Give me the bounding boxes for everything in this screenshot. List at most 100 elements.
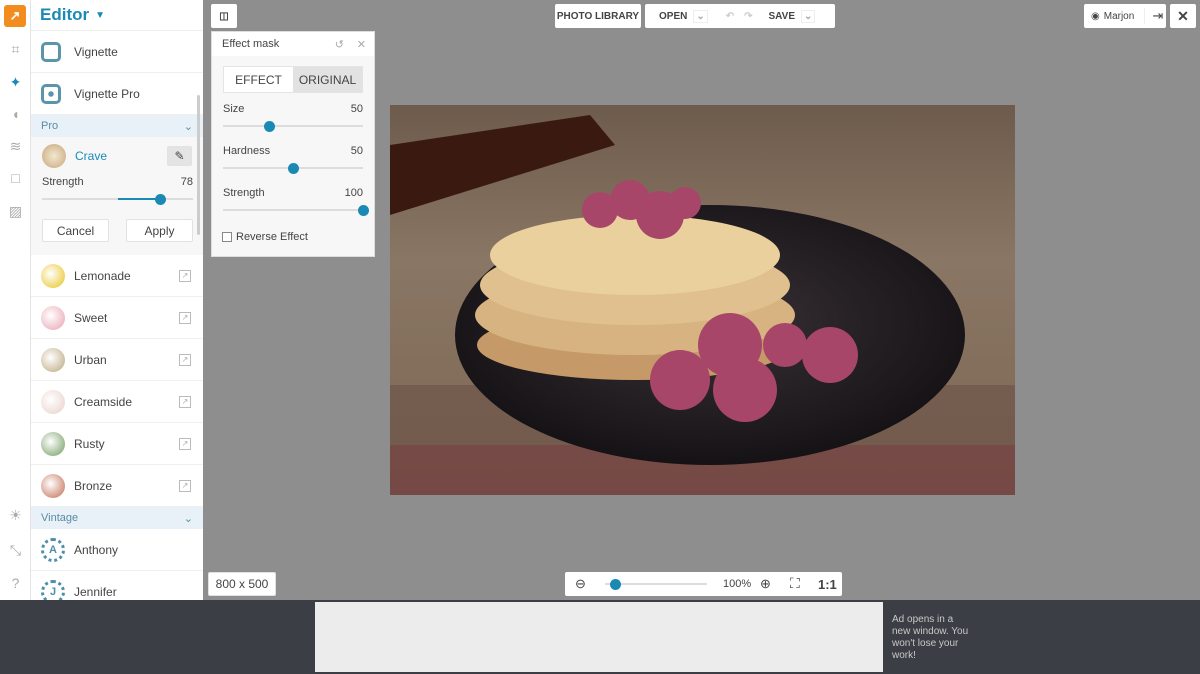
dialog-title: Effect mask [222,38,280,50]
list-item-vintage[interactable]: A Anthony [31,529,203,571]
item-label: Rusty [74,436,105,451]
collapse-icon[interactable]: ⤡ [6,541,25,560]
item-label: Creamside [74,394,133,409]
filter-thumbnail [41,389,65,414]
item-label: Urban [74,352,107,367]
lightbulb-icon[interactable]: ☀ [6,506,25,525]
effect-mask-dialog: Effect mask ↺ ✕ EFFECT ORIGINAL Size 50 Ha… [211,31,375,257]
mask-slider[interactable] [223,163,363,174]
save-dropdown[interactable]: ⌄ [801,9,816,23]
list-item-filter[interactable]: Bronze ↗ [31,465,203,507]
tool-rail: ↗ ⌗ ✦ ◖ ≋ □ ▨ ☀ ⤡ ? [0,0,31,600]
reset-icon[interactable]: ↺ [335,38,344,51]
layers-icon[interactable]: ≋ [6,137,25,156]
close-button[interactable]: ✕ [1170,4,1196,28]
save-button[interactable]: SAVE [769,11,796,22]
chevron-down-icon: ▼ [95,9,106,21]
filter-thumbnail [41,263,65,288]
list-item-vignette-pro[interactable]: Vignette Pro [31,73,203,115]
zoom-toolbar: ⊖ 100% ⊕ ⛶ 1:1 [565,572,842,596]
strength-label: Strength [42,176,84,188]
list-item-filter[interactable]: Lemonade ↗ [31,255,203,297]
zoom-in-icon[interactable]: ⊕ [760,576,771,592]
compare-button[interactable]: ◫ [211,4,237,28]
actual-size-button[interactable]: 1:1 [818,577,837,592]
mask-slider[interactable] [223,121,363,132]
pancake-photo [390,115,1015,495]
item-label: Lemonade [74,268,131,283]
open-dropdown[interactable]: ⌄ [693,9,708,23]
zoom-percent: 100% [723,578,752,590]
photo-canvas[interactable] [390,105,1015,495]
item-label: Bronze [74,478,113,493]
strength-value: 78 [180,176,193,188]
section-vintage[interactable]: Vintage ⌄ [31,507,203,529]
zoom-slider[interactable] [605,579,707,590]
filter-thumbnail [41,431,65,456]
slider-value: 50 [350,145,363,157]
panel-scrollbar[interactable] [197,95,200,235]
apply-button[interactable]: Apply [126,219,193,242]
hair-icon[interactable]: ◖ [6,104,25,123]
brush-mask-button[interactable]: ✎ [167,146,192,166]
cancel-button[interactable]: Cancel [42,219,109,242]
magic-wand-icon[interactable]: ✦ [6,73,25,92]
slider-label: Size [223,103,245,115]
file-toolbar: OPEN ⌄ ↶ ↷ SAVE ⌄ [645,4,835,28]
frame-icon[interactable]: □ [6,168,25,187]
undo-icon[interactable]: ↶ [726,11,734,22]
list-item-vintage[interactable]: J Jennifer [31,571,203,600]
ad-slot[interactable] [315,602,883,672]
edit-icon[interactable]: ↗ [179,479,191,492]
list-item-filter[interactable]: Urban ↗ [31,339,203,381]
editor-title: Editor [40,5,90,24]
list-item-vignette[interactable]: Vignette [31,31,203,73]
zoom-out-icon[interactable]: ⊖ [575,576,586,592]
edit-icon[interactable]: ↗ [179,269,191,282]
help-icon[interactable]: ? [6,573,25,592]
item-label: Jennifer [74,584,117,599]
edit-icon[interactable]: ↗ [179,395,191,408]
item-label: Anthony [74,542,119,557]
slider-value: 50 [350,103,363,115]
compare-icon: ◫ [219,10,229,22]
user-menu[interactable]: ◉ Marjon ⇥ [1084,4,1166,28]
tab-original[interactable]: ORIGINAL [293,67,362,92]
list-item-filter[interactable]: Creamside ↗ [31,381,203,423]
vignette-icon [41,41,61,62]
item-label: Vignette [74,44,118,59]
edit-icon[interactable]: ↗ [179,353,191,366]
chevron-down-icon: ⌄ [183,120,193,133]
logout-icon[interactable]: ⇥ [1144,8,1163,24]
ad-bar: Ad opens in a new window. You won't lose… [0,600,1200,674]
close-icon[interactable]: ✕ [357,38,366,51]
tab-effect[interactable]: EFFECT [224,67,293,92]
filter-thumbnail [41,473,65,498]
list-item-filter[interactable]: Sweet ↗ [31,297,203,339]
photo-library-button[interactable]: PHOTO LIBRARY [555,4,641,28]
user-icon: ◉ [1091,10,1100,22]
list-item-filter[interactable]: Rusty ↗ [31,423,203,465]
strength-slider[interactable] [42,194,193,205]
texture-icon[interactable]: ▨ [6,202,25,221]
crave-label: Crave [75,149,108,163]
open-button[interactable]: OPEN [659,11,687,22]
edit-icon[interactable]: ↗ [179,311,191,324]
redo-icon[interactable]: ↷ [744,11,752,22]
checkbox[interactable] [222,232,232,242]
image-size-label: 800 x 500 [208,572,276,596]
vintage-badge-icon: J [41,579,65,600]
section-pro[interactable]: Pro ⌄ [31,115,203,137]
edit-icon[interactable]: ↗ [179,437,191,450]
mask-slider-group: Strength 100 [223,187,369,216]
reverse-effect-checkbox[interactable]: Reverse Effect [212,229,374,245]
slider-label: Hardness [223,145,271,157]
mask-slider[interactable] [223,205,369,216]
filter-thumbnail [41,347,65,372]
section-label: Pro [41,120,59,132]
crop-icon[interactable]: ⌗ [6,40,25,59]
fit-screen-icon[interactable]: ⛶ [790,575,800,592]
reverse-label: Reverse Effect [236,231,308,243]
editor-menu[interactable]: Editor ▼ [31,0,203,31]
logo-icon[interactable]: ↗ [4,5,26,27]
